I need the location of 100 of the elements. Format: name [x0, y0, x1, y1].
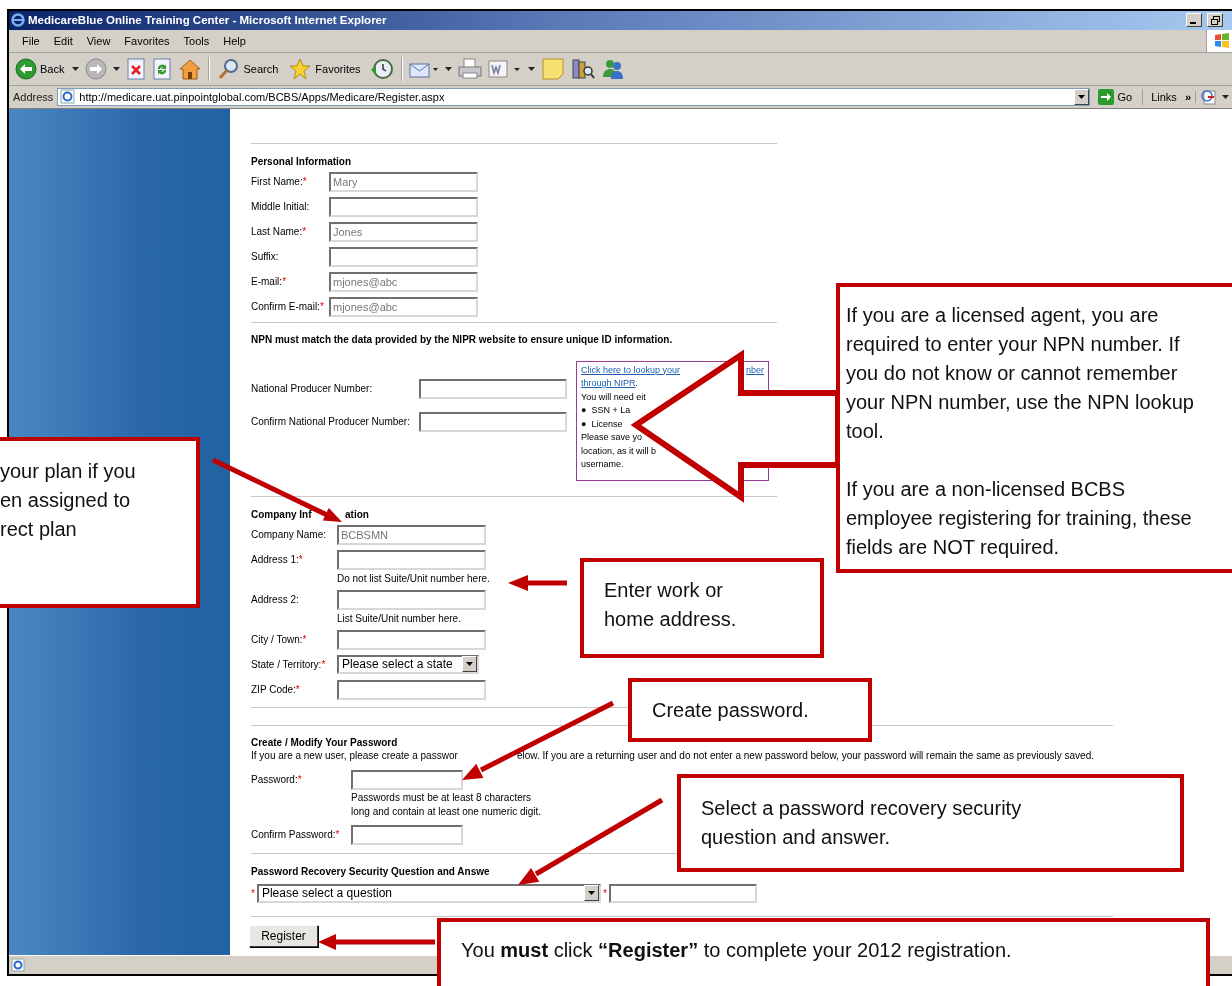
- input-field[interactable]: [337, 679, 486, 700]
- document-icon[interactable]: [487, 57, 522, 80]
- field-label: First Name:: [251, 174, 303, 189]
- caret-icon: [466, 662, 473, 667]
- field-label: City / Town:: [251, 632, 303, 647]
- callout-text: Select a password recovery security question and answer.: [701, 796, 1023, 850]
- description-text: elow. If you are a returning user and do not enter a new password below, your password will remain the same as previously saved.: [517, 748, 1094, 762]
- required-mark: *: [335, 827, 340, 842]
- input-field[interactable]: Mary: [329, 171, 478, 192]
- input-field[interactable]: mjones@abc: [329, 296, 478, 317]
- field-label: Suffix:: [251, 249, 279, 264]
- field-label: Middle Initial:: [251, 199, 310, 214]
- field-hint: Do not list Suite/Unit number here.: [337, 571, 490, 585]
- input-field[interactable]: [351, 824, 463, 845]
- home-icon[interactable]: [178, 57, 203, 80]
- question-dropdown[interactable]: Please select a question: [256, 883, 601, 903]
- windows-logo-icon: [1213, 31, 1231, 50]
- required-mark: *: [297, 772, 302, 787]
- arrow: [508, 575, 567, 591]
- register-button[interactable]: Register: [249, 924, 318, 947]
- section-heading: ation: [345, 507, 369, 521]
- input-field[interactable]: mjones@abc: [329, 271, 478, 292]
- input-field[interactable]: [329, 246, 478, 267]
- help-text: location, as it will b: [581, 444, 658, 458]
- field-label: Last Name:: [251, 224, 303, 239]
- field-label: E-mail:: [251, 274, 283, 289]
- stop-icon[interactable]: [126, 57, 147, 80]
- callout-text: You must click “Register” to complete your 2012 registration.: [461, 938, 1013, 963]
- input-field[interactable]: Jones: [329, 221, 478, 242]
- caret-icon: [587, 891, 595, 896]
- lookup-link[interactable]: through NIPR: [581, 378, 636, 389]
- field-label: Company Name:: [251, 527, 327, 542]
- input-field[interactable]: [337, 549, 486, 570]
- menu-item[interactable]: View: [79, 32, 118, 49]
- printer-icon[interactable]: [457, 57, 482, 80]
- field-label: Password:: [251, 772, 298, 787]
- restore-icon: [1210, 15, 1220, 25]
- links-label[interactable]: Links: [1151, 90, 1177, 103]
- caret-icon[interactable]: [527, 66, 535, 71]
- field-label: National Producer Number:: [251, 381, 373, 396]
- required-mark: *: [295, 682, 300, 697]
- input-field[interactable]: [351, 769, 463, 790]
- field-label: ZIP Code:: [251, 682, 296, 697]
- required-mark: *: [282, 274, 287, 289]
- section-heading: Create / Modify Your Password: [251, 735, 398, 749]
- answer-field[interactable]: [608, 883, 757, 903]
- menu-item[interactable]: Favorites: [117, 32, 177, 49]
- input-field[interactable]: [337, 629, 486, 650]
- required-mark: *: [302, 224, 307, 239]
- caret-icon[interactable]: [113, 66, 121, 71]
- star-icon: [288, 57, 313, 80]
- bullet-mark: ●: [581, 417, 587, 431]
- description-text: If you are a new user, please create a passwor: [251, 748, 459, 762]
- go-button[interactable]: Go: [1093, 88, 1144, 105]
- caret-icon[interactable]: [1077, 94, 1085, 99]
- field-label: State / Territory:: [251, 657, 322, 672]
- back-button[interactable]: Back: [13, 55, 67, 82]
- caret-icon[interactable]: [1222, 94, 1229, 99]
- field-label: Confirm Password:: [251, 827, 336, 842]
- callout-text: If you are a licensed agent, you are required to enter your NPN number. If you do not know or cannot remember your NPN number, use the NPN lookup tool.: [846, 303, 1195, 444]
- help-text: You will need eit: [581, 390, 647, 404]
- state-dropdown[interactable]: Please select a state: [337, 654, 479, 674]
- npn-note: NPN must match the data provided by the NIPR website to ensure unique ID information.: [251, 332, 673, 346]
- callout-text: Create password.: [652, 698, 810, 723]
- section-heading: Personal Information: [251, 154, 351, 168]
- lookup-link[interactable]: nber: [746, 363, 764, 378]
- input-field[interactable]: [419, 411, 567, 432]
- menu-item[interactable]: File: [15, 32, 47, 49]
- books-icon[interactable]: [570, 57, 595, 80]
- field-hint: List Suite/Unit number here.: [337, 611, 462, 625]
- restore-button[interactable]: [1207, 13, 1223, 28]
- input-field[interactable]: [419, 378, 567, 399]
- menu-item[interactable]: Tools: [176, 32, 217, 49]
- refresh-icon[interactable]: [152, 57, 173, 80]
- chevron-button[interactable]: »: [1184, 90, 1191, 103]
- help-text: Please save yo: [581, 431, 644, 445]
- required-mark: *: [302, 174, 307, 189]
- address-label: Address: [13, 90, 54, 103]
- menu-item[interactable]: Help: [216, 32, 253, 49]
- address-field[interactable]: http://medicare.uat.pinpointglobal.com/BCBS/Apps/Medicare/Register.aspx: [57, 87, 1090, 106]
- favorites-button[interactable]: Favorites: [286, 55, 363, 82]
- menu-item[interactable]: Edit: [46, 32, 80, 49]
- help-text: username.: [581, 458, 625, 472]
- section-heading: Company Inf: [251, 507, 313, 521]
- search-button[interactable]: Search: [216, 55, 281, 82]
- people-icon[interactable]: [600, 57, 625, 80]
- input-field[interactable]: BCBSMN: [337, 524, 486, 545]
- input-field[interactable]: [337, 589, 486, 610]
- minimize-button[interactable]: [1186, 13, 1202, 28]
- page-icon: [60, 89, 76, 105]
- field-label: Address 1:: [251, 552, 299, 567]
- field-label: Confirm E-mail:: [251, 299, 320, 314]
- input-field[interactable]: [329, 196, 478, 217]
- lookup-link[interactable]: Click here to lookup your: [581, 363, 681, 378]
- callout-text: Enter work or home address.: [604, 578, 738, 632]
- caret-icon[interactable]: [72, 66, 80, 71]
- caret-icon[interactable]: [444, 66, 452, 71]
- help-text: SSN + La: [591, 404, 631, 418]
- callout-text: your plan if you en assigned to rect plan: [0, 459, 137, 542]
- window-title: MedicareBlue Online Training Center - Microsoft Internet Explorer: [28, 14, 387, 27]
